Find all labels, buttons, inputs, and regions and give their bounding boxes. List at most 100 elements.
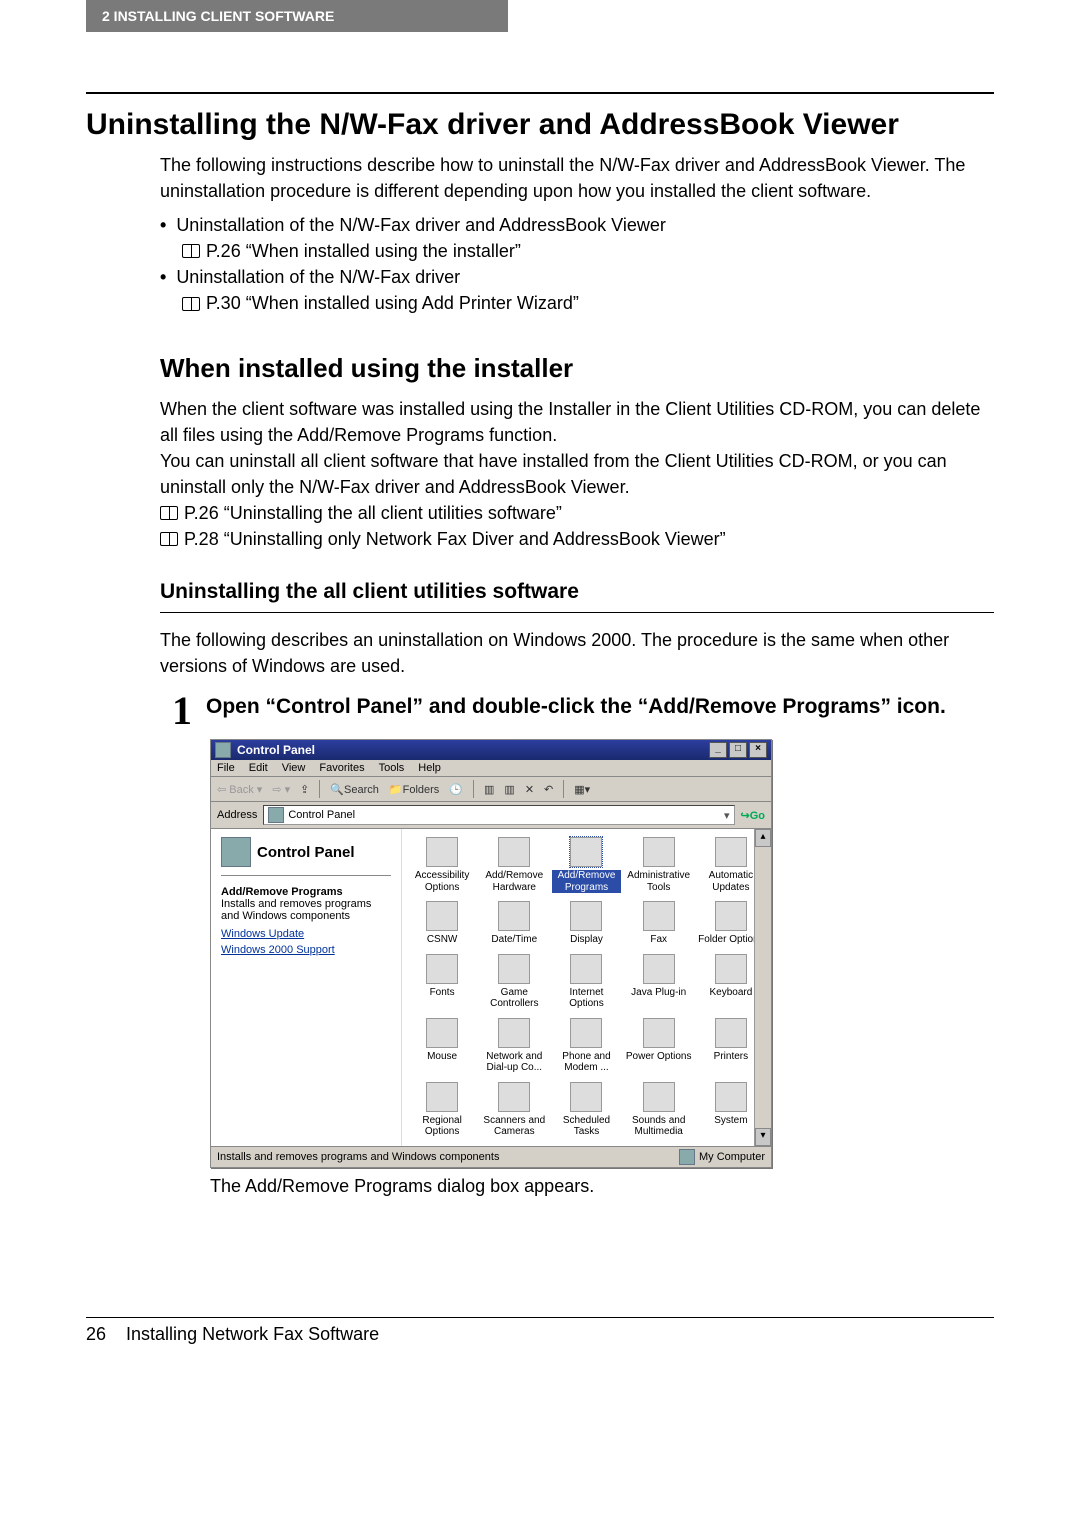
scroll-down-icon[interactable]: ▾ bbox=[755, 1128, 771, 1146]
selected-item-desc: Installs and removes programs and Window… bbox=[221, 898, 391, 922]
figure-caption: The Add/Remove Programs dialog box appea… bbox=[210, 1176, 994, 1197]
cp-icon-item[interactable]: Network and Dial-up Co... bbox=[480, 1018, 548, 1074]
ref-text: P.30 “When installed using Add Printer W… bbox=[206, 290, 579, 316]
cp-icon-item[interactable]: Date/Time bbox=[480, 901, 548, 946]
cp-icon-item[interactable]: Phone and Modem ... bbox=[552, 1018, 620, 1074]
undo-icon[interactable]: ↶ bbox=[544, 783, 553, 796]
move-to-icon[interactable]: ▥ bbox=[484, 783, 494, 796]
maximize-button[interactable]: □ bbox=[729, 742, 747, 758]
control-panel-icon bbox=[268, 807, 284, 823]
cp-icon-item[interactable]: Accessibility Options bbox=[408, 837, 476, 893]
step-text: Open “Control Panel” and double-click th… bbox=[206, 693, 946, 729]
cp-icon-item[interactable]: Fonts bbox=[408, 954, 476, 1010]
back-button[interactable]: ⇦ Back ▾ bbox=[217, 783, 262, 796]
menu-tools[interactable]: Tools bbox=[379, 762, 405, 774]
my-computer-icon bbox=[679, 1149, 695, 1165]
scroll-up-icon[interactable]: ▴ bbox=[755, 829, 771, 847]
control-panel-heading: Control Panel bbox=[221, 837, 391, 876]
folders-button[interactable]: 📁Folders bbox=[389, 783, 439, 796]
menu-help[interactable]: Help bbox=[418, 762, 441, 774]
copy-to-icon[interactable]: ▥ bbox=[504, 783, 514, 796]
cp-item-icon bbox=[498, 954, 530, 984]
menu-view[interactable]: View bbox=[282, 762, 306, 774]
cp-item-label: Power Options bbox=[625, 1051, 693, 1063]
bullet-ref: P.30 “When installed using Add Printer W… bbox=[182, 290, 994, 316]
cp-item-icon bbox=[643, 1082, 675, 1112]
cp-icon-item[interactable]: Scanners and Cameras bbox=[480, 1082, 548, 1138]
address-label: Address bbox=[217, 809, 257, 821]
footer-title: Installing Network Fax Software bbox=[126, 1324, 379, 1345]
views-button[interactable]: ▦▾ bbox=[574, 783, 590, 796]
cp-item-icon bbox=[715, 901, 747, 931]
cp-item-label: Network and Dial-up Co... bbox=[480, 1051, 548, 1074]
cp-item-icon bbox=[643, 837, 675, 867]
history-button[interactable]: 🕒 bbox=[449, 783, 463, 796]
window-titlebar[interactable]: Control Panel _ □ × bbox=[211, 740, 771, 760]
cp-item-label: Accessibility Options bbox=[408, 870, 476, 893]
icon-grid: Accessibility OptionsAdd/Remove Hardware… bbox=[401, 829, 771, 1146]
bullet-item: • Uninstallation of the N/W-Fax driver bbox=[160, 264, 994, 290]
cp-icon-item[interactable]: Administrative Tools bbox=[625, 837, 693, 893]
book-icon bbox=[160, 532, 178, 546]
ref-text: P.26 “When installed using the installer… bbox=[206, 238, 521, 264]
menu-file[interactable]: File bbox=[217, 762, 235, 774]
cp-icon-item[interactable]: CSNW bbox=[408, 901, 476, 946]
delete-icon[interactable]: ✕ bbox=[525, 783, 534, 796]
cp-item-icon bbox=[570, 1018, 602, 1048]
cp-icon-item[interactable]: Java Plug-in bbox=[625, 954, 693, 1010]
vertical-scrollbar[interactable]: ▴ ▾ bbox=[754, 829, 771, 1146]
cp-icon-item[interactable]: Add/Remove Programs bbox=[552, 837, 620, 893]
cp-item-icon bbox=[498, 1082, 530, 1112]
up-button[interactable]: ⇪ bbox=[300, 783, 309, 796]
body-paragraph: You can uninstall all client software th… bbox=[160, 448, 994, 500]
cp-item-label: Add/Remove Hardware bbox=[480, 870, 548, 893]
cp-icon-item[interactable]: Mouse bbox=[408, 1018, 476, 1074]
address-bar: Address Control Panel ▾ ↪Go bbox=[211, 802, 771, 829]
menu-favorites[interactable]: Favorites bbox=[319, 762, 364, 774]
heading-3: Uninstalling the all client utilities so… bbox=[160, 580, 994, 613]
cp-item-icon bbox=[426, 1082, 458, 1112]
cp-icon-item[interactable]: Add/Remove Hardware bbox=[480, 837, 548, 893]
cp-item-label: Mouse bbox=[408, 1051, 476, 1063]
cp-icon-item[interactable]: Game Controllers bbox=[480, 954, 548, 1010]
dropdown-icon[interactable]: ▾ bbox=[724, 809, 730, 822]
cp-icon-item[interactable]: Internet Options bbox=[552, 954, 620, 1010]
cp-item-label: Fax bbox=[625, 934, 693, 946]
cp-item-label: Internet Options bbox=[552, 987, 620, 1010]
cp-item-icon bbox=[498, 837, 530, 867]
minimize-button[interactable]: _ bbox=[709, 742, 727, 758]
menu-bar: File Edit View Favorites Tools Help bbox=[211, 760, 771, 777]
cp-item-label: Game Controllers bbox=[480, 987, 548, 1010]
link-windows-update[interactable]: Windows Update bbox=[221, 928, 391, 940]
window-title: Control Panel bbox=[237, 743, 315, 757]
cp-icon-item[interactable]: Display bbox=[552, 901, 620, 946]
cp-item-icon bbox=[570, 901, 602, 931]
menu-edit[interactable]: Edit bbox=[249, 762, 268, 774]
cp-item-icon bbox=[643, 1018, 675, 1048]
cp-icon-item[interactable]: Sounds and Multimedia bbox=[625, 1082, 693, 1138]
cp-item-label: CSNW bbox=[408, 934, 476, 946]
window-icon bbox=[215, 742, 231, 758]
cp-item-label: Java Plug-in bbox=[625, 987, 693, 999]
close-button[interactable]: × bbox=[749, 742, 767, 758]
bullet-text: Uninstallation of the N/W-Fax driver bbox=[176, 264, 460, 290]
ref-line: P.26 “Uninstalling the all client utilit… bbox=[160, 500, 994, 552]
cp-item-icon bbox=[426, 901, 458, 931]
link-windows-support[interactable]: Windows 2000 Support bbox=[221, 944, 391, 956]
cp-item-label: Administrative Tools bbox=[625, 870, 693, 893]
forward-button[interactable]: ⇨ ▾ bbox=[272, 783, 290, 796]
ref-text: P.26 “Uninstalling the all client utilit… bbox=[184, 500, 562, 526]
cp-item-icon bbox=[570, 1082, 602, 1112]
cp-icon-item[interactable]: Power Options bbox=[625, 1018, 693, 1074]
selected-item-name: Add/Remove Programs bbox=[221, 886, 391, 898]
chapter-header: 2 INSTALLING CLIENT SOFTWARE bbox=[86, 0, 508, 32]
cp-icon-item[interactable]: Scheduled Tasks bbox=[552, 1082, 620, 1138]
go-button[interactable]: ↪Go bbox=[741, 809, 766, 822]
cp-icon-item[interactable]: Regional Options bbox=[408, 1082, 476, 1138]
cp-item-icon bbox=[715, 1082, 747, 1112]
cp-icon-item[interactable]: Fax bbox=[625, 901, 693, 946]
address-input[interactable]: Control Panel ▾ bbox=[263, 805, 734, 825]
search-button[interactable]: 🔍Search bbox=[330, 783, 379, 796]
bullet-text: Uninstallation of the N/W-Fax driver and… bbox=[176, 212, 666, 238]
control-panel-window: Control Panel _ □ × File Edit View Favor… bbox=[210, 739, 772, 1168]
